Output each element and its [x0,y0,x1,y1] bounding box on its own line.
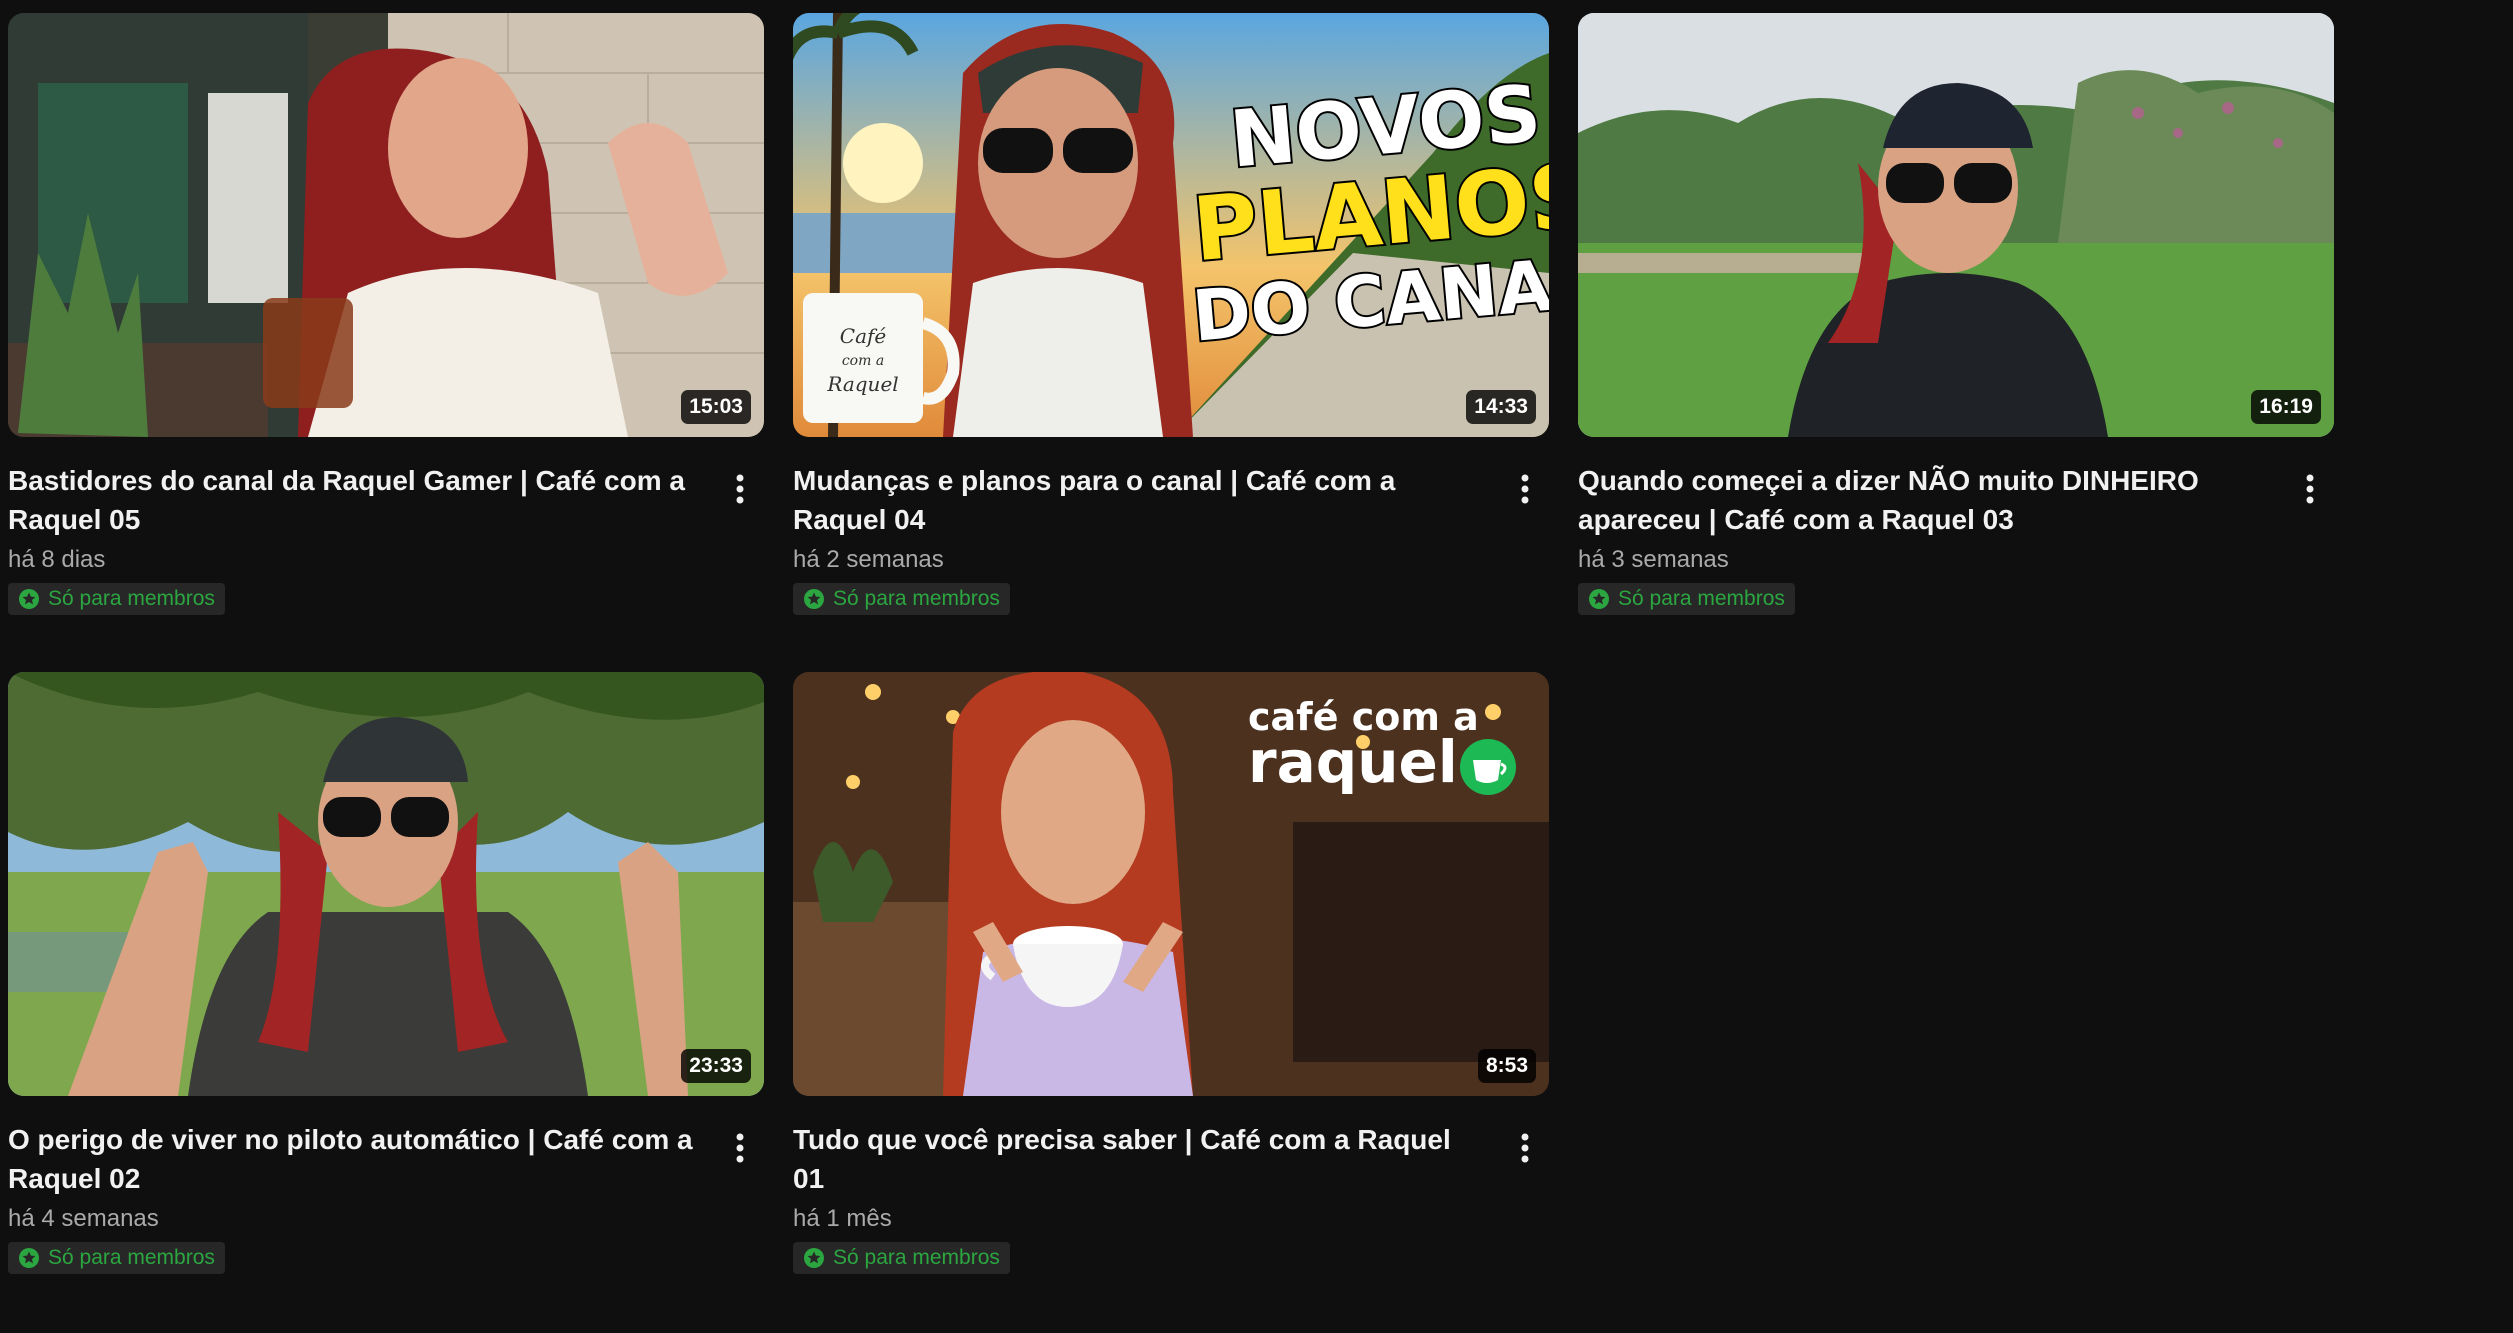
upload-age: há 1 mês [793,1205,892,1232]
badge-label: Só para membros [48,1246,215,1269]
svg-text:com a: com a [842,353,884,369]
more-options-button[interactable] [2292,467,2328,511]
upload-age: há 3 semanas [1578,546,1729,573]
video-meta: O perigo de viver no piloto automático |… [8,1096,764,1274]
video-duration: 8:53 [1477,1049,1536,1083]
video-title[interactable]: Bastidores do canal da Raquel Gamer | Ca… [8,461,704,539]
video-meta: Tudo que você precisa saber | Café com a… [793,1096,1549,1274]
video-card[interactable]: café com a raquel 8:53 Tudo que você pre… [793,672,1549,1274]
video-card[interactable]: 23:33 O perigo de viver no piloto automá… [8,672,764,1274]
vertical-dots-icon [736,474,744,504]
member-star-icon [804,1248,824,1268]
badge-label: Só para membros [833,587,1000,610]
vertical-dots-icon [1521,474,1529,504]
video-card[interactable]: 16:19 Quando começei a dizer NÃO muito D… [1578,13,2334,615]
video-meta: Quando começei a dizer NÃO muito DINHEIR… [1578,437,2334,615]
upload-age: há 2 semanas [793,546,944,573]
upload-age: há 8 dias [8,546,106,573]
more-options-button[interactable] [722,467,758,511]
video-meta: Bastidores do canal da Raquel Gamer | Ca… [8,437,764,615]
badge-label: Só para membros [48,587,215,610]
video-duration: 16:19 [2251,390,2321,424]
woman-arms-raised-park-thumbnail [8,672,764,1096]
video-card[interactable]: Café com a Raquel NOVOS PLANOS DO CANAL!… [793,13,1549,615]
vertical-dots-icon [736,1133,744,1163]
member-star-icon [19,589,39,609]
badge-label: Só para membros [1618,587,1785,610]
more-options-button[interactable] [722,1126,758,1170]
woman-waving-with-coffee-thumbnail [8,13,764,437]
video-card[interactable]: 15:03 Bastidores do canal da Raquel Game… [8,13,764,615]
badge-label: Só para membros [833,1246,1000,1269]
vertical-dots-icon [2306,474,2314,504]
video-duration: 14:33 [1466,390,1536,424]
more-options-button[interactable] [1507,467,1543,511]
video-title[interactable]: Quando começei a dizer NÃO muito DINHEIR… [1578,461,2274,539]
video-duration: 15:03 [681,390,751,424]
video-title[interactable]: O perigo de viver no piloto automático |… [8,1120,704,1198]
video-thumbnail[interactable]: 23:33 [8,672,764,1096]
members-only-badge: Só para membros [1578,583,1795,615]
vertical-dots-icon [1521,1133,1529,1163]
video-title[interactable]: Tudo que você precisa saber | Café com a… [793,1120,1489,1198]
more-options-button[interactable] [1507,1126,1543,1170]
video-thumbnail[interactable]: café com a raquel 8:53 [793,672,1549,1096]
member-star-icon [804,589,824,609]
woman-park-cap-thumbnail [1578,13,2334,437]
members-only-badge: Só para membros [8,583,225,615]
member-star-icon [1589,589,1609,609]
members-only-badge: Só para membros [793,1242,1010,1274]
video-thumbnail[interactable]: Café com a Raquel NOVOS PLANOS DO CANAL!… [793,13,1549,437]
members-only-badge: Só para membros [8,1242,225,1274]
woman-beach-mug-thumbnail: Café com a Raquel NOVOS PLANOS DO CANAL! [793,13,1549,437]
video-duration: 23:33 [681,1049,751,1083]
video-title[interactable]: Mudanças e planos para o canal | Café co… [793,461,1489,539]
logo-line-2: raquel [1248,728,1458,796]
upload-age: há 4 semanas [8,1205,159,1232]
svg-text:Café: Café [840,324,887,348]
woman-cafe-cup-thumbnail: café com a raquel [793,672,1549,1096]
video-thumbnail[interactable]: 16:19 [1578,13,2334,437]
svg-text:Raquel: Raquel [826,372,898,396]
video-meta: Mudanças e planos para o canal | Café co… [793,437,1549,615]
member-star-icon [19,1248,39,1268]
members-only-badge: Só para membros [793,583,1010,615]
video-thumbnail[interactable]: 15:03 [8,13,764,437]
